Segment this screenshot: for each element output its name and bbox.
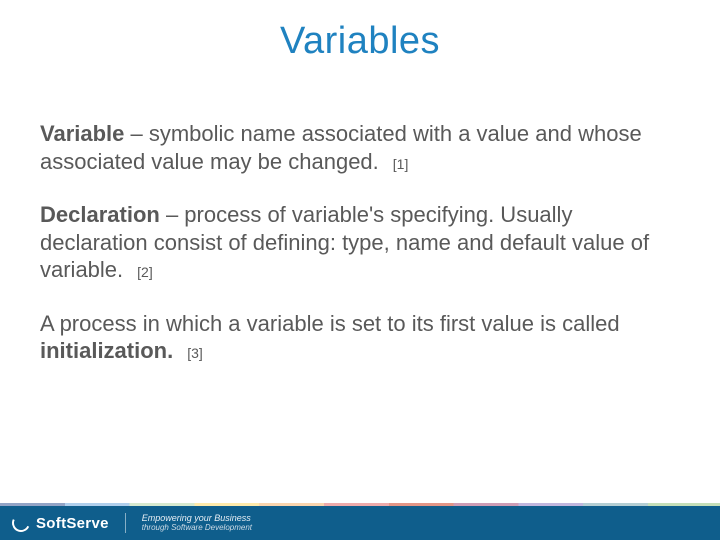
term-variable: Variable: [40, 121, 124, 146]
slide-title: Variables: [0, 20, 720, 63]
slide-content: Variable – symbolic name associated with…: [40, 120, 680, 391]
paragraph-initialization: A process in which a variable is set to …: [40, 310, 680, 365]
slide: Variables Variable – symbolic name assoc…: [0, 0, 720, 540]
paragraph-variable: Variable – symbolic name associated with…: [40, 120, 680, 175]
tagline-line-2: through Software Development: [142, 524, 252, 532]
footer-logo-block: SoftServe Empowering your Business throu…: [0, 513, 252, 533]
footer-divider: [125, 513, 126, 533]
citation-3: [3]: [187, 345, 203, 361]
term-initialization: initialization.: [40, 338, 173, 363]
footer-bar: SoftServe Empowering your Business throu…: [0, 506, 720, 540]
term-declaration: Declaration: [40, 202, 160, 227]
sep: –: [160, 202, 184, 227]
softserve-logo-icon: [9, 511, 32, 534]
citation-1: [1]: [393, 156, 409, 172]
definition-initialization-pre: A process in which a variable is set to …: [40, 311, 620, 336]
citation-2: [2]: [137, 264, 153, 280]
footer-brand: SoftServe: [36, 515, 109, 532]
paragraph-declaration: Declaration – process of variable's spec…: [40, 201, 680, 284]
footer-tagline: Empowering your Business through Softwar…: [142, 514, 252, 532]
sep: –: [124, 121, 148, 146]
